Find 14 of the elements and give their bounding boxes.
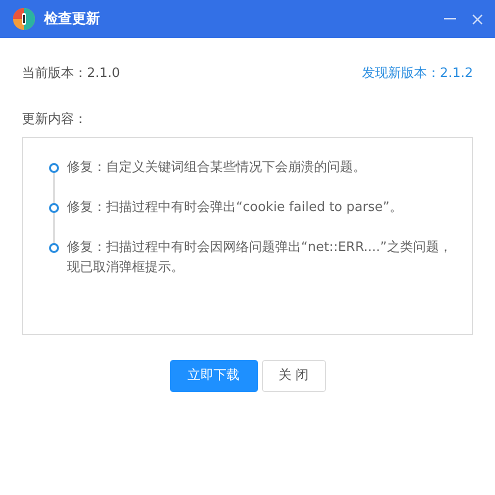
new-version-text: 发现新版本：2.1.2 bbox=[362, 65, 473, 83]
timeline-dot-icon bbox=[49, 243, 59, 253]
window-title: 检查更新 bbox=[44, 10, 100, 28]
timeline-dot-icon bbox=[49, 203, 59, 213]
change-item-text: 修复：自定义关键词组合某些情况下会崩溃的问题。 bbox=[67, 160, 366, 175]
app-logo-icon bbox=[12, 7, 36, 31]
close-button[interactable]: 关 闭 bbox=[262, 360, 326, 392]
timeline-dot-icon bbox=[49, 163, 59, 173]
minimize-icon[interactable] bbox=[444, 18, 456, 20]
current-version-text: 当前版本：2.1.0 bbox=[22, 65, 120, 83]
change-item-text: 修复：扫描过程中有时会因网络问题弹出“net::ERR....”之类问题，现已取消弹框提示。 bbox=[67, 240, 452, 275]
change-item-text: 修复：扫描过程中有时会弹出“cookie failed to parse”。 bbox=[67, 200, 402, 215]
changes-label: 更新内容： bbox=[21, 110, 88, 128]
close-icon[interactable] bbox=[472, 14, 483, 24]
